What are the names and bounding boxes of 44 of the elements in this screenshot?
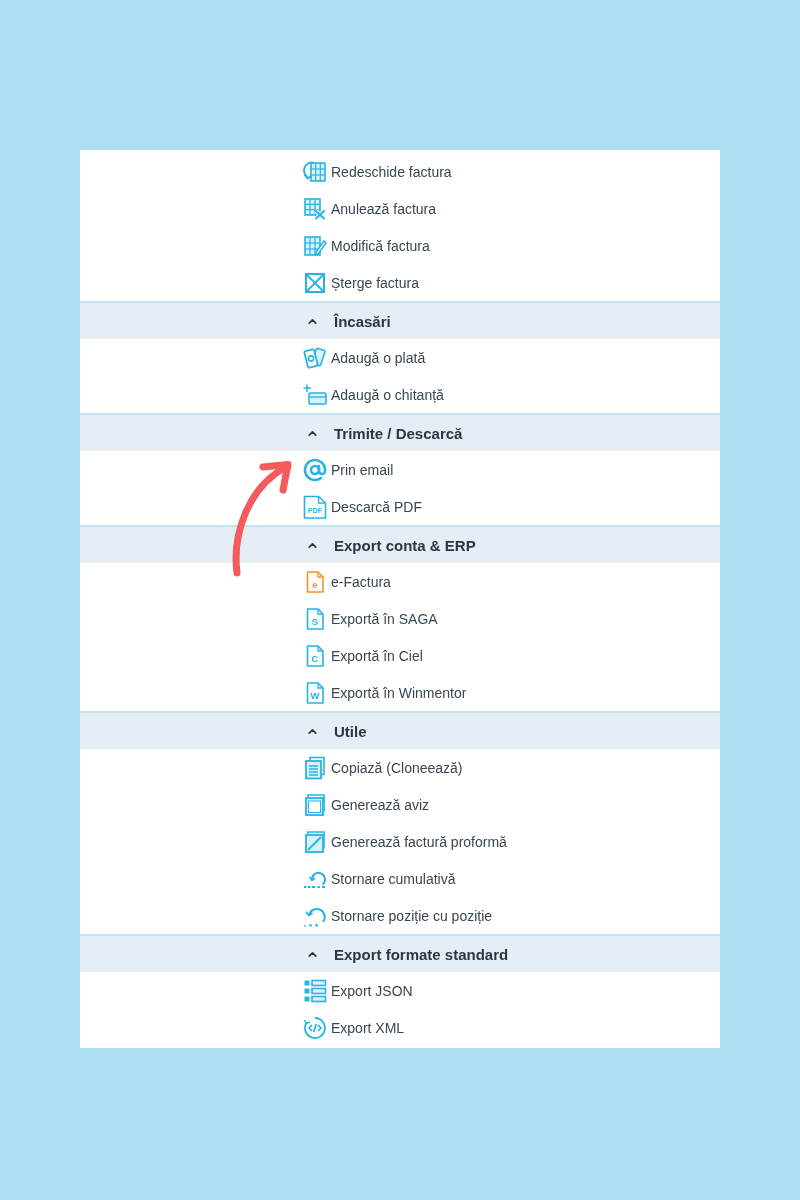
menu-item[interactable]: Copiază (Cloneează) bbox=[303, 755, 463, 780]
section-header[interactable]: Export conta & ERP bbox=[80, 525, 720, 563]
menu-item[interactable]: Export JSON bbox=[303, 978, 413, 1003]
table-pencil-icon bbox=[303, 233, 327, 258]
menu-item[interactable]: S Exportă în SAGA bbox=[303, 606, 438, 631]
menu-item[interactable]: Export XML bbox=[303, 1015, 405, 1040]
menu-item[interactable]: Generează aviz bbox=[303, 792, 430, 817]
menu-item[interactable]: Prin email bbox=[303, 457, 394, 482]
menu-item[interactable]: Generează factură proformă bbox=[303, 829, 507, 854]
menu-item[interactable]: e e-Factura bbox=[303, 569, 391, 594]
section-header[interactable]: Utile bbox=[80, 711, 720, 749]
section-header[interactable]: Trimite / Descarcă bbox=[80, 413, 720, 451]
document-icon bbox=[306, 570, 324, 593]
menu-item[interactable]: C Exportă în Ciel bbox=[303, 643, 423, 668]
file-type-label: e bbox=[312, 578, 318, 589]
page-slash-icon bbox=[303, 829, 327, 854]
banknotes-icon bbox=[303, 345, 327, 370]
menu-item[interactable]: Redeschide factura bbox=[303, 159, 452, 184]
document-icon bbox=[303, 495, 327, 519]
file-type-label: S bbox=[311, 615, 319, 626]
table-cross-icon bbox=[303, 196, 327, 221]
list-icon bbox=[303, 978, 327, 1003]
menu-item[interactable]: Anulează factura bbox=[303, 196, 437, 221]
menu-item[interactable]: Șterge factura bbox=[303, 270, 419, 295]
document-icon bbox=[306, 644, 324, 667]
section-header[interactable]: Export formate standard bbox=[80, 934, 720, 972]
document-icon bbox=[306, 681, 324, 704]
file-type-label: C bbox=[311, 652, 319, 663]
menu-item[interactable]: Modifică factura bbox=[303, 233, 430, 258]
menu-item[interactable]: Adaugă o chitanță bbox=[303, 382, 444, 407]
table-arrow-icon bbox=[303, 159, 327, 184]
document-icon bbox=[306, 607, 324, 630]
section-header[interactable]: Încasări bbox=[80, 301, 720, 339]
menu-item[interactable]: Adaugă o plată bbox=[303, 345, 426, 370]
code-icon bbox=[303, 1015, 327, 1040]
pages-icon bbox=[303, 792, 327, 817]
menu-item[interactable]: Stornare poziție cu poziție bbox=[303, 903, 493, 928]
crossed-box-icon bbox=[303, 270, 327, 295]
menu-item[interactable]: Stornare cumulativă bbox=[303, 866, 456, 891]
copy-icon bbox=[303, 755, 327, 780]
file-type-label: W bbox=[310, 689, 320, 700]
at-sign-icon bbox=[303, 457, 327, 482]
menu-item[interactable]: W Exportă în Winmentor bbox=[303, 680, 467, 705]
card-plus-icon bbox=[303, 382, 327, 407]
